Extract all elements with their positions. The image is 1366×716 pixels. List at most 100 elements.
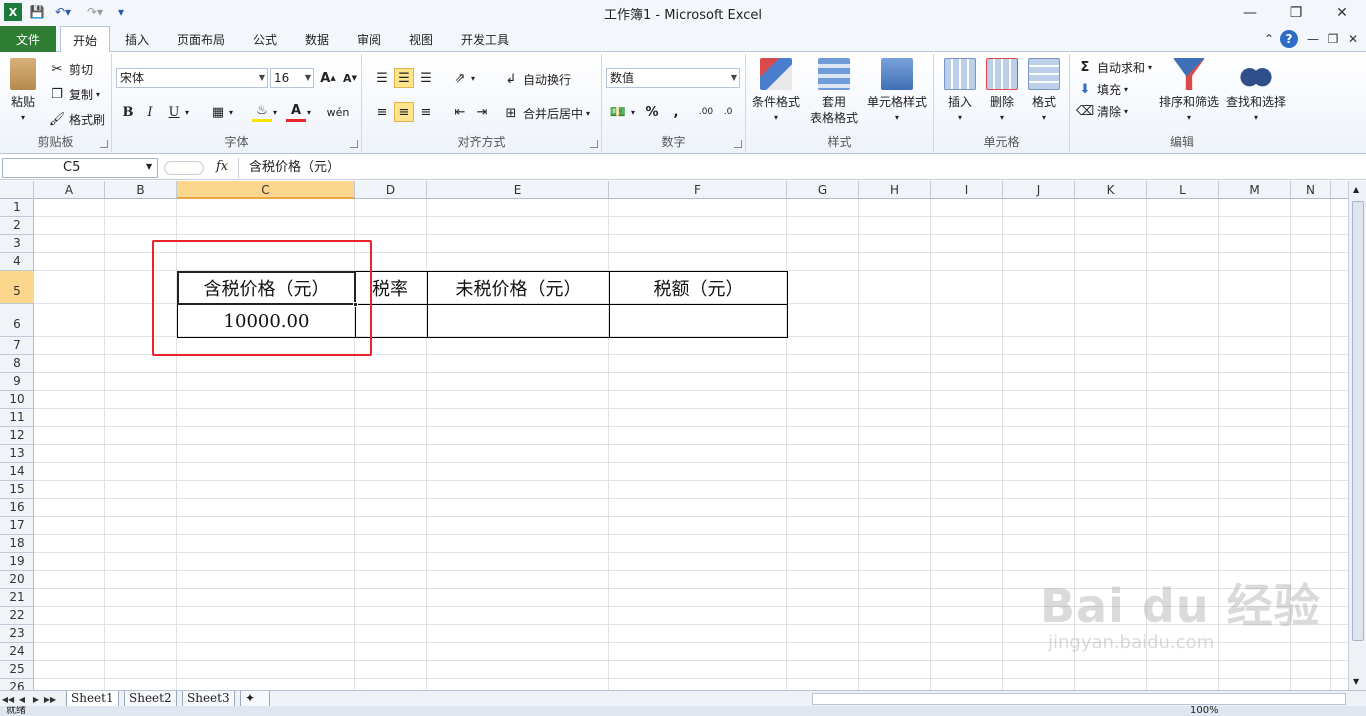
column-header-n[interactable]: N xyxy=(1291,181,1331,199)
select-all-corner[interactable] xyxy=(0,181,34,199)
prev-sheet-icon[interactable]: ◀ xyxy=(16,692,28,706)
column-header-b[interactable]: B xyxy=(105,181,177,199)
fill-color-icon[interactable]: ♨ xyxy=(252,102,272,122)
column-header-c[interactable]: C xyxy=(177,181,355,199)
first-sheet-icon[interactable]: ◀◀ xyxy=(2,692,14,706)
insert-cells-button[interactable]: 插入 ▾ xyxy=(940,58,980,126)
comma-style-icon[interactable]: , xyxy=(666,102,686,122)
column-header-g[interactable]: G xyxy=(787,181,859,199)
row-header-22[interactable]: 22 xyxy=(0,607,34,625)
italic-icon[interactable]: I xyxy=(140,102,160,122)
tab-formulas[interactable]: 公式 xyxy=(244,26,286,52)
last-sheet-icon[interactable]: ▶▶ xyxy=(44,692,56,706)
row-header-10[interactable]: 10 xyxy=(0,391,34,409)
orientation-icon[interactable]: ⇗ xyxy=(450,68,470,88)
fill-button[interactable]: ⬇ 填充 ▾ xyxy=(1076,80,1128,98)
row-header-17[interactable]: 17 xyxy=(0,517,34,535)
accounting-dropdown-icon[interactable]: ▾ xyxy=(628,102,638,122)
row-header-14[interactable]: 14 xyxy=(0,463,34,481)
phonetic-guide-icon[interactable]: wén xyxy=(327,102,350,122)
delete-cells-button[interactable]: 删除 ▾ xyxy=(982,58,1022,126)
row-header-1[interactable]: 1 xyxy=(0,199,34,217)
row-header-12[interactable]: 12 xyxy=(0,427,34,445)
sort-filter-button[interactable]: 排序和筛选 ▾ xyxy=(1158,58,1220,126)
horizontal-scrollbar[interactable] xyxy=(812,693,1346,705)
sheet-tab-sheet1[interactable]: Sheet1 xyxy=(66,691,119,707)
insert-sheet-icon[interactable]: ✦ xyxy=(240,691,270,707)
row-header-8[interactable]: 8 xyxy=(0,355,34,373)
name-box-dropdown-icon[interactable]: ▼ xyxy=(146,162,152,171)
percent-icon[interactable]: % xyxy=(642,102,662,122)
sheet-tab-sheet2[interactable]: Sheet2 xyxy=(124,691,177,707)
vertical-scrollbar[interactable]: ▲ ▼ xyxy=(1348,181,1366,690)
worksheet-grid[interactable]: ABCDEFGHIJKLMN 1 2 3 4 5 6 7 8 9 10 11 12 13 14 15 16 17… xyxy=(0,181,1348,690)
copy-button[interactable]: ❐ 复制 ▾ xyxy=(48,85,100,103)
row-header-2[interactable]: 2 xyxy=(0,217,34,235)
row-header-24[interactable]: 24 xyxy=(0,643,34,661)
underline-dropdown-icon[interactable]: ▾ xyxy=(182,102,192,122)
column-header-h[interactable]: H xyxy=(859,181,931,199)
column-header-f[interactable]: F xyxy=(609,181,787,199)
minimize-ribbon-icon[interactable]: ⌃ xyxy=(1260,30,1278,48)
row-header-13[interactable]: 13 xyxy=(0,445,34,463)
row-header-6[interactable]: 6 xyxy=(0,304,34,337)
row-header-25[interactable]: 25 xyxy=(0,661,34,679)
align-bottom-icon[interactable]: ☰ xyxy=(416,68,436,88)
format-painter-button[interactable]: 🖌 格式刷 xyxy=(48,110,105,128)
tab-insert[interactable]: 插入 xyxy=(116,26,158,52)
next-sheet-icon[interactable]: ▶ xyxy=(30,692,42,706)
merge-center-button[interactable]: ⊞ 合并后居中 ▾ xyxy=(502,104,590,122)
row-header-15[interactable]: 15 xyxy=(0,481,34,499)
row-header-5[interactable]: 5 xyxy=(0,271,34,304)
column-header-m[interactable]: M xyxy=(1219,181,1291,199)
autosum-button[interactable]: Σ 自动求和 ▾ xyxy=(1076,58,1152,76)
tab-home[interactable]: 开始 xyxy=(60,26,110,53)
format-cells-button[interactable]: 格式 ▾ xyxy=(1024,58,1064,126)
cell-styles-button[interactable]: 单元格样式 ▾ xyxy=(864,58,930,126)
clear-button[interactable]: ⌫ 清除 ▾ xyxy=(1076,102,1128,120)
number-format-combo[interactable]: 数值 ▼ xyxy=(606,68,740,88)
restore-icon[interactable]: ❐ xyxy=(1274,0,1318,26)
tab-review[interactable]: 审阅 xyxy=(348,26,390,52)
row-header-3[interactable]: 3 xyxy=(0,235,34,253)
conditional-formatting-button[interactable]: 条件格式 ▾ xyxy=(750,58,802,126)
row-header-11[interactable]: 11 xyxy=(0,409,34,427)
align-middle-icon[interactable]: ☰ xyxy=(394,68,414,88)
row-header-7[interactable]: 7 xyxy=(0,337,34,355)
row-header-26[interactable]: 26 xyxy=(0,679,34,690)
row-header-16[interactable]: 16 xyxy=(0,499,34,517)
align-center-icon[interactable]: ≡ xyxy=(394,102,414,122)
column-header-a[interactable]: A xyxy=(34,181,105,199)
align-left-icon[interactable]: ≡ xyxy=(372,102,392,122)
paste-button[interactable]: 粘贴 ▾ xyxy=(6,58,40,126)
row-header-4[interactable]: 4 xyxy=(0,253,34,271)
tab-page-layout[interactable]: 页面布局 xyxy=(170,26,232,52)
name-box[interactable]: C5 xyxy=(2,158,158,178)
workbook-restore-icon[interactable]: ❐ xyxy=(1324,30,1342,48)
row-header-19[interactable]: 19 xyxy=(0,553,34,571)
underline-icon[interactable]: U xyxy=(164,102,184,122)
help-icon[interactable]: ? xyxy=(1280,30,1298,48)
row-header-18[interactable]: 18 xyxy=(0,535,34,553)
column-header-i[interactable]: I xyxy=(931,181,1003,199)
sheet-tab-sheet3[interactable]: Sheet3 xyxy=(182,691,235,707)
font-size-combo[interactable]: 16 ▼ xyxy=(270,68,314,88)
row-header-20[interactable]: 20 xyxy=(0,571,34,589)
zoom-level[interactable]: 100% xyxy=(1190,706,1219,716)
font-color-dropdown-icon[interactable]: ▾ xyxy=(304,102,314,122)
scroll-up-icon[interactable]: ▲ xyxy=(1353,185,1359,194)
tab-developer[interactable]: 开发工具 xyxy=(452,26,518,52)
dialog-launcher-icon[interactable] xyxy=(350,140,358,148)
formula-bar-grip-icon[interactable] xyxy=(164,161,204,175)
decrease-decimal-icon[interactable]: .0 xyxy=(718,102,738,122)
column-header-k[interactable]: K xyxy=(1075,181,1147,199)
increase-decimal-icon[interactable]: .00 xyxy=(696,102,716,122)
tab-view[interactable]: 视图 xyxy=(400,26,442,52)
format-as-table-button[interactable]: 套用 表格格式 xyxy=(804,58,864,126)
cell-f5[interactable]: 税额（元） xyxy=(610,272,787,304)
decrease-indent-icon[interactable]: ⇤ xyxy=(450,102,470,122)
borders-icon[interactable]: ▦ xyxy=(208,102,228,122)
tab-file[interactable]: 文件 xyxy=(0,26,56,52)
dialog-launcher-icon[interactable] xyxy=(100,140,108,148)
wrap-text-button[interactable]: ↲ 自动换行 xyxy=(502,70,571,88)
